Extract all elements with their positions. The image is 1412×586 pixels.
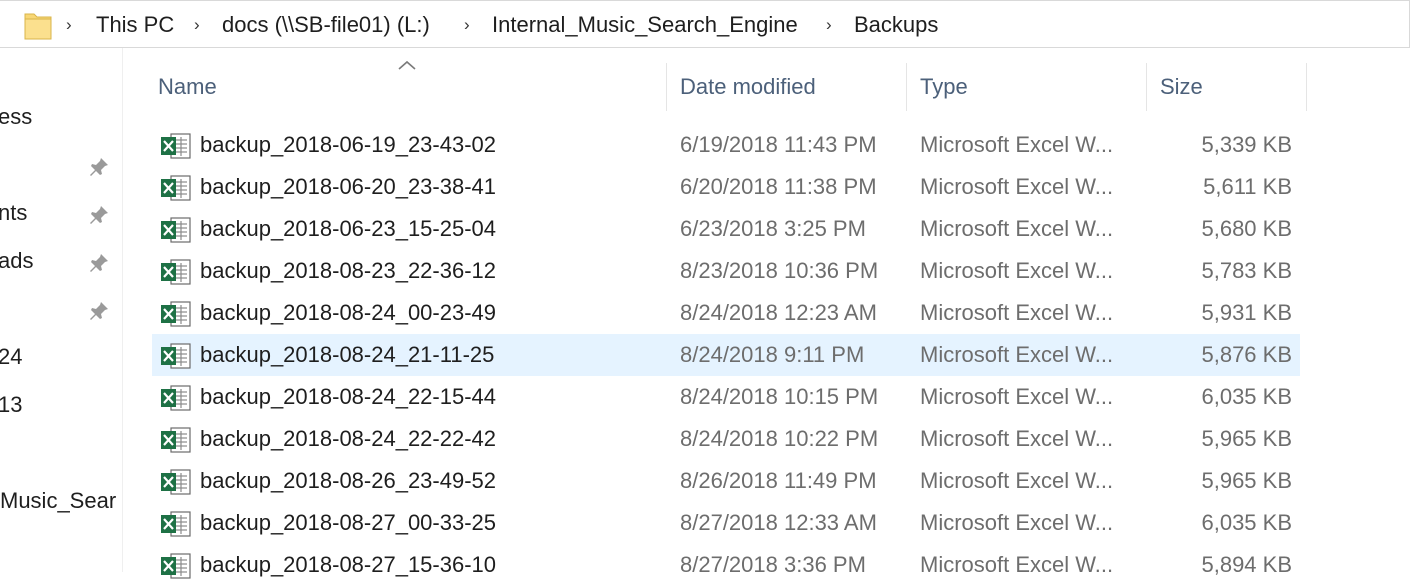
nav-item-quick-access[interactable]: ess [0, 104, 32, 130]
excel-file-icon [161, 259, 191, 285]
column-divider[interactable] [906, 63, 907, 111]
nav-item-folder-13[interactable]: 13 [0, 392, 22, 418]
file-date-modified: 6/23/2018 3:25 PM [680, 216, 866, 241]
file-name: backup_2018-08-26_23-49-52 [200, 468, 497, 493]
file-size: 5,876 KB [1201, 342, 1292, 367]
file-date-modified: 8/24/2018 12:23 AM [680, 300, 877, 325]
nav-item-downloads[interactable]: ads [0, 248, 33, 274]
column-divider[interactable] [1306, 63, 1307, 111]
file-row[interactable]: backup_2018-06-23_15-25-04 6/23/2018 3:25… [152, 208, 1300, 250]
file-date-modified: 8/26/2018 11:49 PM [680, 468, 877, 493]
file-name: backup_2018-06-23_15-25-04 [200, 216, 497, 241]
navigation-pane: ess nts ads 24 13 Music_Sear [0, 48, 123, 572]
file-size: 5,339 KB [1201, 132, 1292, 157]
file-size: 5,680 KB [1201, 216, 1292, 241]
file-name: backup_2018-08-27_00-33-25 [200, 510, 497, 535]
file-date-modified: 8/24/2018 9:11 PM [680, 342, 865, 367]
file-row[interactable]: backup_2018-08-27_00-33-25 8/27/2018 12:3… [152, 502, 1300, 544]
chevron-right-icon[interactable]: › [66, 1, 72, 49]
excel-file-icon [161, 553, 191, 579]
excel-file-icon [161, 343, 191, 369]
sort-ascending-icon [398, 60, 416, 70]
file-size: 5,931 KB [1201, 300, 1292, 325]
chevron-right-icon[interactable]: › [194, 1, 200, 49]
folder-icon [24, 13, 52, 40]
nav-item-music-search[interactable]: Music_Sear [0, 488, 116, 514]
excel-file-icon [161, 175, 191, 201]
excel-file-icon [161, 301, 191, 327]
file-size: 5,894 KB [1201, 552, 1292, 577]
excel-file-icon [161, 469, 191, 495]
file-size: 5,965 KB [1201, 468, 1292, 493]
file-date-modified: 8/23/2018 10:36 PM [680, 258, 879, 283]
file-row[interactable]: backup_2018-06-19_23-43-02 6/19/2018 11:4… [152, 124, 1300, 166]
file-date-modified: 6/20/2018 11:38 PM [680, 174, 877, 199]
column-header-size[interactable]: Size [1160, 63, 1203, 111]
file-type: Microsoft Excel W... [920, 384, 1114, 409]
excel-file-icon [161, 427, 191, 453]
file-name: backup_2018-08-24_22-22-42 [200, 426, 497, 451]
chevron-right-icon[interactable]: › [464, 1, 470, 49]
file-name: backup_2018-08-23_22-36-12 [200, 258, 497, 283]
file-size: 6,035 KB [1201, 510, 1292, 535]
pin-icon[interactable] [88, 300, 110, 322]
pin-icon[interactable] [88, 252, 110, 274]
file-type: Microsoft Excel W... [920, 510, 1114, 535]
file-type: Microsoft Excel W... [920, 426, 1114, 451]
file-size: 5,783 KB [1201, 258, 1292, 283]
file-type: Microsoft Excel W... [920, 300, 1114, 325]
file-name: backup_2018-08-24_00-23-49 [200, 300, 497, 325]
column-header-type[interactable]: Type [920, 63, 968, 111]
file-type: Microsoft Excel W... [920, 552, 1114, 577]
breadcrumb-backups[interactable]: Backups [854, 1, 938, 49]
excel-file-icon [161, 385, 191, 411]
file-row[interactable]: backup_2018-08-24_21-11-25 8/24/2018 9:11… [152, 334, 1300, 376]
file-date-modified: 8/24/2018 10:22 PM [680, 426, 879, 451]
file-size: 5,611 KB [1203, 174, 1292, 199]
file-type: Microsoft Excel W... [920, 216, 1114, 241]
chevron-right-icon[interactable]: › [826, 1, 832, 49]
file-type: Microsoft Excel W... [920, 468, 1114, 493]
file-size: 5,965 KB [1201, 426, 1292, 451]
file-date-modified: 6/19/2018 11:43 PM [680, 132, 877, 157]
excel-file-icon [161, 217, 191, 243]
file-date-modified: 8/27/2018 3:36 PM [680, 552, 866, 577]
file-row[interactable]: backup_2018-08-26_23-49-52 8/26/2018 11:4… [152, 460, 1300, 502]
excel-file-icon [161, 133, 191, 159]
breadcrumb-docs-drive[interactable]: docs (\\SB-file01) (L:) [222, 1, 430, 49]
nav-item-documents[interactable]: nts [0, 200, 27, 226]
file-date-modified: 8/27/2018 12:33 AM [680, 510, 877, 535]
file-row[interactable]: backup_2018-08-24_00-23-49 8/24/2018 12:2… [152, 292, 1300, 334]
file-name: backup_2018-06-19_23-43-02 [200, 132, 497, 157]
breadcrumb-this-pc[interactable]: This PC [96, 1, 174, 49]
file-row[interactable]: backup_2018-08-27_15-36-10 8/27/2018 3:36… [152, 544, 1300, 586]
file-type: Microsoft Excel W... [920, 342, 1114, 367]
file-row[interactable]: backup_2018-08-24_22-15-44 8/24/2018 10:1… [152, 376, 1300, 418]
column-header-date-modified[interactable]: Date modified [680, 63, 816, 111]
file-type: Microsoft Excel W... [920, 174, 1114, 199]
address-bar[interactable]: › This PC › docs (\\SB-file01) (L:) › In… [0, 0, 1410, 48]
file-name: backup_2018-08-24_22-15-44 [200, 384, 497, 409]
file-name: backup_2018-08-27_15-36-10 [200, 552, 497, 577]
file-name: backup_2018-06-20_23-38-41 [200, 174, 497, 199]
excel-file-icon [161, 511, 191, 537]
file-type: Microsoft Excel W... [920, 132, 1114, 157]
column-divider[interactable] [666, 63, 667, 111]
file-row[interactable]: backup_2018-08-24_22-22-42 8/24/2018 10:2… [152, 418, 1300, 460]
file-date-modified: 8/24/2018 10:15 PM [680, 384, 879, 409]
pin-icon[interactable] [88, 156, 110, 178]
file-size: 6,035 KB [1201, 384, 1292, 409]
column-divider[interactable] [1146, 63, 1147, 111]
file-row[interactable]: backup_2018-06-20_23-38-41 6/20/2018 11:3… [152, 166, 1300, 208]
column-header-name[interactable]: Name [158, 63, 217, 111]
pin-icon[interactable] [88, 204, 110, 226]
nav-item-folder-24[interactable]: 24 [0, 344, 22, 370]
file-name: backup_2018-08-24_21-11-25 [200, 342, 495, 367]
breadcrumb-music-search-engine[interactable]: Internal_Music_Search_Engine [492, 1, 798, 49]
file-type: Microsoft Excel W... [920, 258, 1114, 283]
file-row[interactable]: backup_2018-08-23_22-36-12 8/23/2018 10:3… [152, 250, 1300, 292]
